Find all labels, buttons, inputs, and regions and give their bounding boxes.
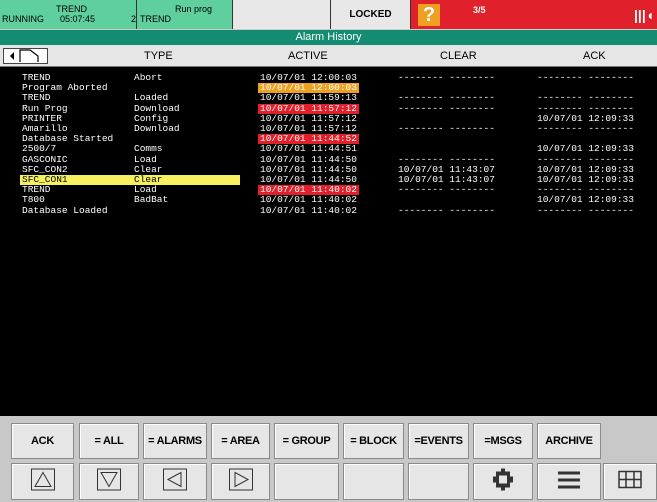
fn-button-msgs[interactable]: =MSGS [473,423,533,459]
alarm-ack-time: 10/07/01 12:09:33 [537,143,634,155]
alarm-clear-time: -------- -------- [398,102,495,114]
program-name: TREND [140,14,171,24]
clock-time: 05:07:45 [60,14,96,24]
nav-button-menu[interactable] [537,463,601,500]
alarm-status-panel[interactable] [411,0,657,29]
nav-button-blank [343,463,404,500]
fn-button-block[interactable]: = BLOCK [343,423,404,459]
page-title: Alarm History [295,31,362,43]
status-blank-panel [233,0,331,29]
grid-icon [618,469,642,494]
lock-status[interactable]: LOCKED [331,0,411,29]
menu-icon [557,469,581,494]
nav-button-scroll-up[interactable] [11,463,74,500]
status-bar: TREND RUNNING 05:07:45 2 Run prog TREND … [0,0,657,29]
alarm-ack-time: 10/07/01 12:09:33 [537,194,634,206]
function-button-blank [603,418,657,461]
alarm-clear-time: -------- -------- [398,204,495,216]
trend-status-panel[interactable]: TREND RUNNING 05:07:45 2 [0,0,137,29]
nav-button-grid[interactable] [603,463,657,500]
nav-button-overview[interactable] [473,463,533,500]
alarm-row[interactable]: T800 BadBat 10/07/01 11:40:02 10/07/01 12:0… [0,195,657,205]
overview-icon [493,468,513,495]
question-icon[interactable]: ? [418,4,440,26]
nav-button-blank [274,463,339,500]
alarm-type: Abort [134,72,163,83]
alarm-row[interactable]: TREND Loaded 10/07/01 11:59:13 -------- ---… [0,93,657,103]
column-header: TYPE ACTIVE CLEAR ACK [0,45,657,67]
nav-button-scroll-left[interactable] [143,463,207,500]
alarm-clear-time: -------- -------- [398,184,495,196]
alarm-ack-time: -------- -------- [537,92,634,104]
scroll-left-icon [163,468,187,495]
nav-button-scroll-down[interactable] [79,463,139,500]
program-label: Run prog [175,4,213,14]
alarm-row[interactable]: Database Loaded 10/07/01 11:40:02 --------… [0,204,657,216]
alarm-clear-time: -------- -------- [398,123,495,134]
alarm-active-time: 10/07/01 11:40:02 [260,194,357,206]
scroll-up-icon [30,468,55,495]
alarm-row[interactable]: 2500/7 Comms 10/07/01 11:44:51 10/07/01 12:… [0,144,657,154]
alarm-active-time: 10/07/01 11:40:02 [260,204,357,216]
alarm-type: BadBat [134,194,169,206]
fn-button-group[interactable]: = GROUP [274,423,339,459]
nav-button-scroll-right[interactable] [211,463,270,500]
fn-button-all[interactable]: = ALL [79,423,139,459]
fn-button-ack[interactable]: ACK [11,423,74,459]
back-arrow-icon[interactable] [3,48,48,64]
column-active[interactable]: ACTIVE [288,45,328,67]
fn-button-area[interactable]: = AREA [211,423,270,459]
alarm-clear-time: -------- -------- [398,72,495,83]
alarm-source: 2500/7 [22,143,57,155]
alarm-source: TREND [22,92,51,104]
fn-button-archive[interactable]: ARCHIVE [537,423,601,459]
alarm-type: Comms [134,143,163,155]
alarm-ack-time: -------- -------- [537,204,634,216]
alarm-source: Database Loaded [22,204,108,216]
column-clear[interactable]: CLEAR [440,45,477,67]
scroll-down-icon [97,468,121,495]
alarm-type: Download [134,123,180,134]
alarm-bell-icon[interactable]: |||◖ [634,8,654,22]
alarm-active-time: 10/07/01 11:59:13 [260,92,357,104]
fn-button-events[interactable]: =EVENTS [408,423,469,459]
trend-label: TREND [56,4,87,14]
program-number: 2 [131,14,137,24]
nav-button-blank [408,463,469,500]
alarm-type: Loaded [134,92,169,104]
alarm-history-list[interactable]: TREND Abort 10/07/01 12:00:03 -------- ----… [0,67,657,416]
running-state: RUNNING [2,14,44,24]
alarm-ack-time: -------- -------- [537,123,634,134]
column-ack[interactable]: ACK [583,45,606,67]
column-type[interactable]: TYPE [144,45,173,67]
scroll-right-icon [228,468,253,495]
alarm-source: T800 [22,194,45,206]
title-bar: Alarm History [0,29,657,45]
program-status-panel[interactable]: Run prog TREND [137,0,233,29]
fn-button-alarms[interactable]: = ALARMS [143,423,207,459]
alarm-count: 3/5 [473,5,486,15]
alarm-clear-time: -------- -------- [398,92,495,104]
alarm-ack-time: -------- -------- [537,72,634,83]
alarm-active-time: 10/07/01 11:44:51 [260,143,357,155]
